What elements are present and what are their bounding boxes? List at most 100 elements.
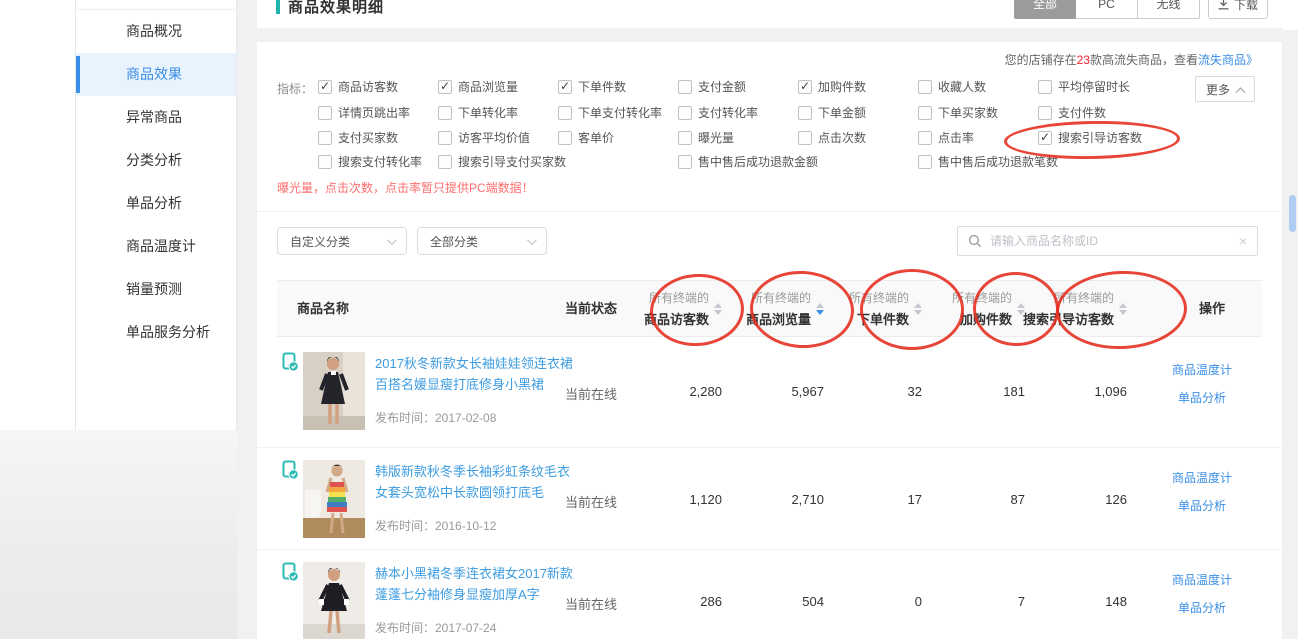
metric-option[interactable]: 支付件数: [1038, 104, 1106, 121]
publish-date: 发布时间：2017-07-24: [375, 619, 496, 636]
metric-option[interactable]: 下单支付转化率: [558, 104, 662, 121]
metric-option[interactable]: 访客平均价值: [438, 129, 530, 146]
metric-checkbox[interactable]: [318, 131, 332, 145]
sidebar-item-2[interactable]: 商品效果: [76, 53, 236, 96]
search-input[interactable]: [990, 234, 1231, 248]
metric-label: 商品访客数: [338, 78, 398, 95]
metric-checkbox[interactable]: [318, 106, 332, 120]
metric-checkbox[interactable]: [918, 80, 932, 94]
metric-checkbox[interactable]: [318, 155, 332, 169]
metric-label: 支付转化率: [698, 104, 758, 121]
thermometer-link[interactable]: 商品温度计: [1137, 361, 1267, 378]
metric-option[interactable]: 搜索引导访客数: [1038, 129, 1142, 146]
metric-checkbox[interactable]: [798, 106, 812, 120]
sidebar-item-5[interactable]: 单品分析: [76, 182, 236, 225]
metric-checkbox[interactable]: [438, 106, 452, 120]
metric-option[interactable]: 下单金额: [798, 104, 866, 121]
metric-checkbox[interactable]: [558, 131, 572, 145]
metric-checkbox[interactable]: [678, 106, 692, 120]
pc-only-note: 曝光量，点击次数，点击率暂只提供PC端数据！: [277, 179, 534, 196]
metric-checkbox[interactable]: [1038, 131, 1052, 145]
device-tab-3[interactable]: 无线: [1138, 0, 1200, 19]
sidebar-item-label: 分类分析: [126, 152, 182, 168]
download-button[interactable]: 下载: [1208, 0, 1268, 19]
sidebar-item-label: 单品服务分析: [126, 324, 210, 340]
metric-checkbox[interactable]: [678, 155, 692, 169]
metric-checkbox[interactable]: [558, 80, 572, 94]
metric-label: 支付金额: [698, 78, 746, 95]
product-thumbnail[interactable]: [303, 460, 365, 538]
metric-checkbox[interactable]: [558, 106, 572, 120]
metric-checkbox[interactable]: [1038, 80, 1052, 94]
table-row: 韩版新款秋冬季长袖彩虹条纹毛衣女套头宽松中长款圆领打底毛发布时间：2016-10…: [257, 447, 1282, 549]
metric-option[interactable]: 点击率: [918, 129, 974, 146]
sidebar-item-8[interactable]: 单品服务分析: [76, 311, 236, 354]
metric-checkbox[interactable]: [918, 106, 932, 120]
metric-checkbox[interactable]: [1038, 106, 1052, 120]
metric-option[interactable]: 加购件数: [798, 78, 866, 95]
metric-checkbox[interactable]: [438, 131, 452, 145]
metric-option[interactable]: 支付金额: [678, 78, 746, 95]
metric-checkbox[interactable]: [918, 131, 932, 145]
churn-products-link[interactable]: 流失商品》: [1198, 53, 1258, 67]
product-title-link[interactable]: 韩版新款秋冬季长袖彩虹条纹毛衣女套头宽松中长款圆领打底毛: [375, 461, 573, 503]
product-search-box[interactable]: ×: [957, 226, 1258, 256]
thermometer-link[interactable]: 商品温度计: [1137, 571, 1267, 588]
custom-category-dropdown[interactable]: 自定义分类: [277, 227, 407, 255]
product-thumbnail[interactable]: [303, 562, 365, 639]
metric-option[interactable]: 下单件数: [558, 78, 626, 95]
column-header-metric-5[interactable]: 所有终端的搜索引导访客数: [997, 281, 1127, 336]
product-thumbnail[interactable]: [303, 352, 365, 430]
metric-checkbox[interactable]: [678, 80, 692, 94]
metric-checkbox[interactable]: [438, 80, 452, 94]
metric-option[interactable]: 支付买家数: [318, 129, 398, 146]
metric-checkbox[interactable]: [318, 80, 332, 94]
metric-option[interactable]: 详情页跳出率: [318, 104, 410, 121]
sidebar-item-label: 销量预测: [126, 281, 182, 297]
device-tab-2[interactable]: PC: [1076, 0, 1138, 19]
more-metrics-button[interactable]: 更多: [1195, 76, 1255, 102]
metric-option[interactable]: 搜索引导支付买家数: [438, 153, 566, 170]
item-analysis-link[interactable]: 单品分析: [1137, 599, 1267, 616]
metric-option[interactable]: 售中售后成功退款笔数: [918, 153, 1058, 170]
clear-search-icon[interactable]: ×: [1239, 234, 1247, 248]
metric-checkbox[interactable]: [918, 155, 932, 169]
device-tab-1[interactable]: 全部: [1014, 0, 1076, 19]
metric-checkbox[interactable]: [438, 155, 452, 169]
sort-icon[interactable]: [1119, 303, 1127, 315]
metric-option[interactable]: 下单买家数: [918, 104, 998, 121]
sidebar-item-6[interactable]: 商品温度计: [76, 225, 236, 268]
scrollbar-thumb[interactable]: [1289, 195, 1296, 232]
topbar: 商品效果明细 全部PC无线 下载: [257, 0, 1282, 28]
column-header-actions: 操作: [1182, 281, 1242, 336]
metric-option[interactable]: 平均停留时长: [1038, 78, 1130, 95]
product-title-link[interactable]: 2017秋冬新款女长袖娃娃领连衣裙百搭名媛显瘦打底修身小黑裙: [375, 353, 573, 395]
metric-label: 搜索支付转化率: [338, 153, 422, 170]
thermometer-link[interactable]: 商品温度计: [1137, 469, 1267, 486]
sidebar-item-1[interactable]: 商品概况: [76, 10, 236, 53]
metric-checkbox[interactable]: [798, 80, 812, 94]
sidebar-item-label: 商品概况: [126, 23, 182, 39]
item-analysis-link[interactable]: 单品分析: [1137, 389, 1267, 406]
metric-checkbox[interactable]: [678, 131, 692, 145]
metric-value: 1,096: [1037, 384, 1127, 399]
item-analysis-link[interactable]: 单品分析: [1137, 497, 1267, 514]
metric-option[interactable]: 售中售后成功退款金额: [678, 153, 818, 170]
product-title-link[interactable]: 赫本小黑裙冬季连衣裙女2017新款蓬蓬七分袖修身显瘦加厚A字: [375, 563, 573, 605]
metric-option[interactable]: 客单价: [558, 129, 614, 146]
metric-option[interactable]: 点击次数: [798, 129, 866, 146]
metric-value: 87: [935, 492, 1025, 507]
all-category-dropdown[interactable]: 全部分类: [417, 227, 547, 255]
metric-option[interactable]: 商品浏览量: [438, 78, 518, 95]
metric-option[interactable]: 收藏人数: [918, 78, 986, 95]
metric-option[interactable]: 搜索支付转化率: [318, 153, 422, 170]
metric-header-scope: 所有终端的: [1023, 289, 1114, 306]
sidebar-item-7[interactable]: 销量预测: [76, 268, 236, 311]
metric-checkbox[interactable]: [798, 131, 812, 145]
sidebar-item-3[interactable]: 异常商品: [76, 96, 236, 139]
metric-option[interactable]: 支付转化率: [678, 104, 758, 121]
metric-option[interactable]: 曝光量: [678, 129, 734, 146]
metric-option[interactable]: 商品访客数: [318, 78, 398, 95]
metric-option[interactable]: 下单转化率: [438, 104, 518, 121]
sidebar-item-4[interactable]: 分类分析: [76, 139, 236, 182]
